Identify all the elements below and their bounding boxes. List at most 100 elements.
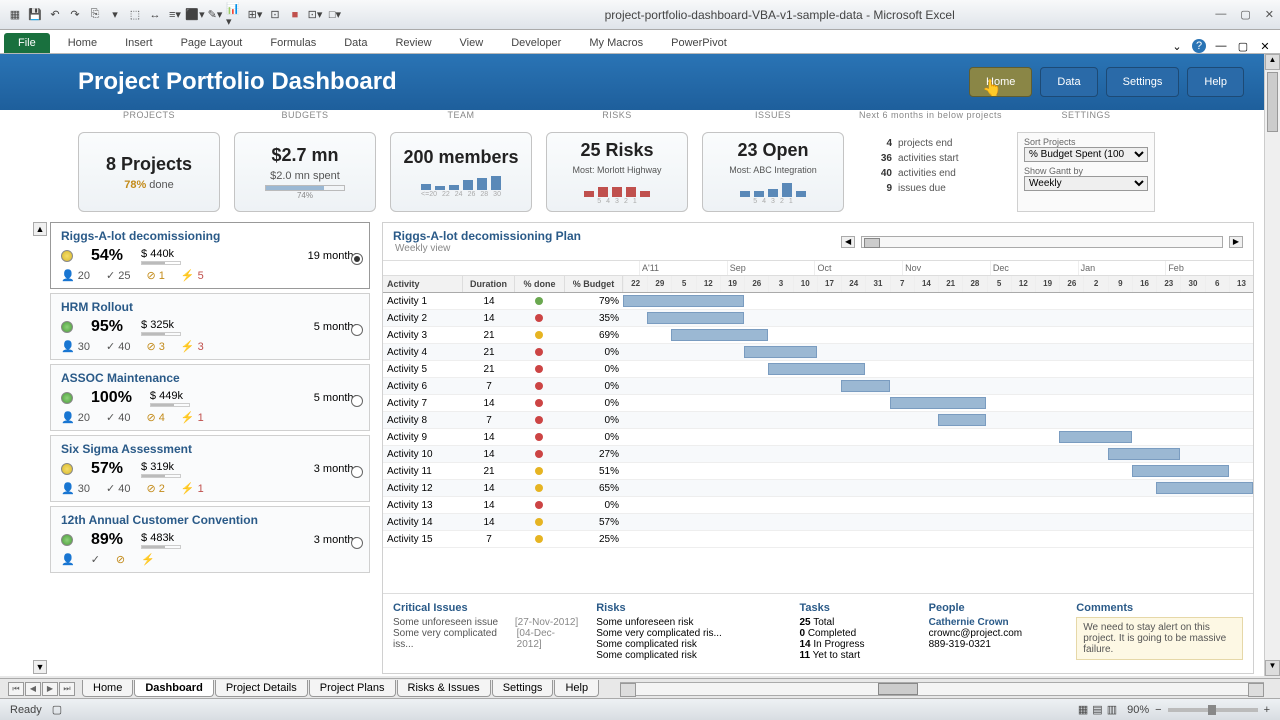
project-radio[interactable] [351, 253, 363, 265]
sheet-prev-icon[interactable]: ◀ [25, 682, 41, 696]
gantt-bar[interactable] [744, 346, 817, 358]
minimize-icon[interactable]: — [1215, 8, 1226, 21]
gantt-bar[interactable] [841, 380, 889, 392]
project-radio[interactable] [351, 537, 363, 549]
gantt-bar[interactable] [1156, 482, 1253, 494]
sheet-tab[interactable]: Home [82, 680, 133, 697]
gantt-next-icon[interactable]: ▶ [1229, 236, 1243, 248]
qat-icon[interactable]: ⎘ [86, 6, 104, 24]
project-radio[interactable] [351, 324, 363, 336]
project-card[interactable]: Six Sigma Assessment 57% $ 319k 3 months… [50, 435, 370, 502]
wb-max-icon[interactable]: ▢ [1236, 39, 1250, 53]
ribbon-tab-data[interactable]: Data [330, 33, 381, 53]
qat-icon[interactable]: ✎▾ [206, 6, 224, 24]
ribbon-tab-home[interactable]: Home [54, 33, 111, 53]
nav-help-button[interactable]: Help [1187, 67, 1244, 97]
sheet-tab[interactable]: Risks & Issues [397, 680, 491, 697]
scroll-up-icon[interactable]: ▲ [33, 222, 47, 236]
help-icon[interactable]: ? [1192, 39, 1206, 53]
scroll-down-icon[interactable]: ▼ [33, 660, 47, 674]
view-layout-icon[interactable]: ▤ [1092, 703, 1102, 716]
gantt-bar[interactable] [1108, 448, 1181, 460]
nav-data-button[interactable]: Data [1040, 67, 1097, 97]
sheet-next-icon[interactable]: ▶ [42, 682, 58, 696]
qat-icon[interactable]: ▾ [106, 6, 124, 24]
project-card[interactable]: Riggs-A-lot decomissioning 54% $ 440k 19… [50, 222, 370, 289]
ribbon-tab-pagelayout[interactable]: Page Layout [167, 33, 257, 53]
excel-icon[interactable]: ▦ [6, 6, 24, 24]
qat-icon[interactable]: ↔ [146, 6, 164, 24]
vertical-scrollbar[interactable]: ▲ ▼ [1264, 54, 1280, 676]
zoom-in-icon[interactable]: + [1264, 704, 1270, 716]
gantt-slider[interactable] [861, 236, 1223, 248]
ribbon-tab-insert[interactable]: Insert [111, 33, 167, 53]
gantt-bar[interactable] [768, 363, 865, 375]
gantt-bar[interactable] [938, 414, 986, 426]
activity-budget: 0% [565, 347, 623, 358]
sheet-tab[interactable]: Project Details [215, 680, 308, 697]
gantt-bar[interactable] [647, 312, 744, 324]
kpi-projects[interactable]: 8 Projects 78% done [78, 132, 220, 212]
qat-icon[interactable]: ⊡▾ [306, 6, 324, 24]
ribbon-tab-file[interactable]: File [4, 33, 50, 53]
gantt-by-select[interactable]: Weekly [1024, 176, 1148, 191]
zoom-slider[interactable] [1168, 708, 1258, 712]
view-normal-icon[interactable]: ▦ [1078, 703, 1088, 716]
project-radio[interactable] [351, 395, 363, 407]
kpi-budgets[interactable]: $2.7 mn $2.0 mn spent 74% [234, 132, 376, 212]
sheet-tab[interactable]: Settings [492, 680, 554, 697]
scroll-thumb[interactable] [1267, 72, 1278, 132]
month-label: Feb [1165, 261, 1253, 275]
project-card[interactable]: 12th Annual Customer Convention 89% $ 48… [50, 506, 370, 573]
sheet-tab[interactable]: Project Plans [309, 680, 396, 697]
nav-home-button[interactable]: Home [969, 67, 1032, 97]
wb-min-icon[interactable]: — [1214, 39, 1228, 53]
wb-close-icon[interactable]: ✕ [1258, 39, 1272, 53]
project-card[interactable]: ASSOC Maintenance 100% $ 449k 5 months 👤… [50, 364, 370, 431]
ribbon-tab-developer[interactable]: Developer [497, 33, 575, 53]
sheet-first-icon[interactable]: ⏮ [8, 682, 24, 696]
qat-icon[interactable]: ≡▾ [166, 6, 184, 24]
gantt-bar[interactable] [1132, 465, 1229, 477]
sheet-last-icon[interactable]: ⏭ [59, 682, 75, 696]
close-icon[interactable]: ✕ [1265, 8, 1274, 21]
qat-icon[interactable]: ⊞▾ [246, 6, 264, 24]
gantt-body[interactable]: Activity 1 14 79% Activity 2 14 35% Acti… [383, 293, 1253, 593]
project-card[interactable]: HRM Rollout 95% $ 325k 5 months 👤 30 ✓ 4… [50, 293, 370, 360]
project-radio[interactable] [351, 466, 363, 478]
view-break-icon[interactable]: ▥ [1107, 703, 1117, 716]
maximize-icon[interactable]: ▢ [1240, 8, 1250, 21]
gantt-bar[interactable] [1059, 431, 1132, 443]
qat-icon[interactable]: □▾ [326, 6, 344, 24]
ribbon-tab-review[interactable]: Review [381, 33, 445, 53]
qat-icon[interactable]: ⬛▾ [186, 6, 204, 24]
horizontal-scrollbar[interactable] [620, 682, 1264, 696]
sheet-tab[interactable]: Help [554, 680, 599, 697]
undo-icon[interactable]: ↶ [46, 6, 64, 24]
qat-icon[interactable]: ■ [286, 6, 304, 24]
gantt-bar[interactable] [671, 329, 768, 341]
save-icon[interactable]: 💾 [26, 6, 44, 24]
redo-icon[interactable]: ↷ [66, 6, 84, 24]
ribbon-min-icon[interactable]: ⌄ [1170, 39, 1184, 53]
ribbon-tab-formulas[interactable]: Formulas [256, 33, 330, 53]
ribbon-tab-view[interactable]: View [446, 33, 498, 53]
ribbon-tab-mymacros[interactable]: My Macros [575, 33, 657, 53]
kpi-risks[interactable]: 25 Risks Most: Morlott Highway 54321 [546, 132, 688, 212]
scroll-down-icon[interactable]: ▼ [1265, 660, 1280, 676]
gantt-bar[interactable] [890, 397, 987, 409]
zoom-out-icon[interactable]: − [1155, 704, 1161, 716]
scroll-up-icon[interactable]: ▲ [1265, 54, 1280, 70]
macro-record-icon[interactable]: ▢ [52, 703, 62, 716]
qat-icon[interactable]: 📊▾ [226, 6, 244, 24]
qat-icon[interactable]: ⬚ [126, 6, 144, 24]
kpi-issues[interactable]: 23 Open Most: ABC Integration 54321 [702, 132, 844, 212]
qat-icon[interactable]: ⊡ [266, 6, 284, 24]
sort-select[interactable]: % Budget Spent (100 [1024, 147, 1148, 162]
gantt-prev-icon[interactable]: ◀ [841, 236, 855, 248]
gantt-bar[interactable] [623, 295, 744, 307]
nav-settings-button[interactable]: Settings [1106, 67, 1180, 97]
kpi-team[interactable]: 200 members <=202224262830 [390, 132, 532, 212]
sheet-tab[interactable]: Dashboard [134, 680, 213, 697]
ribbon-tab-powerpivot[interactable]: PowerPivot [657, 33, 741, 53]
